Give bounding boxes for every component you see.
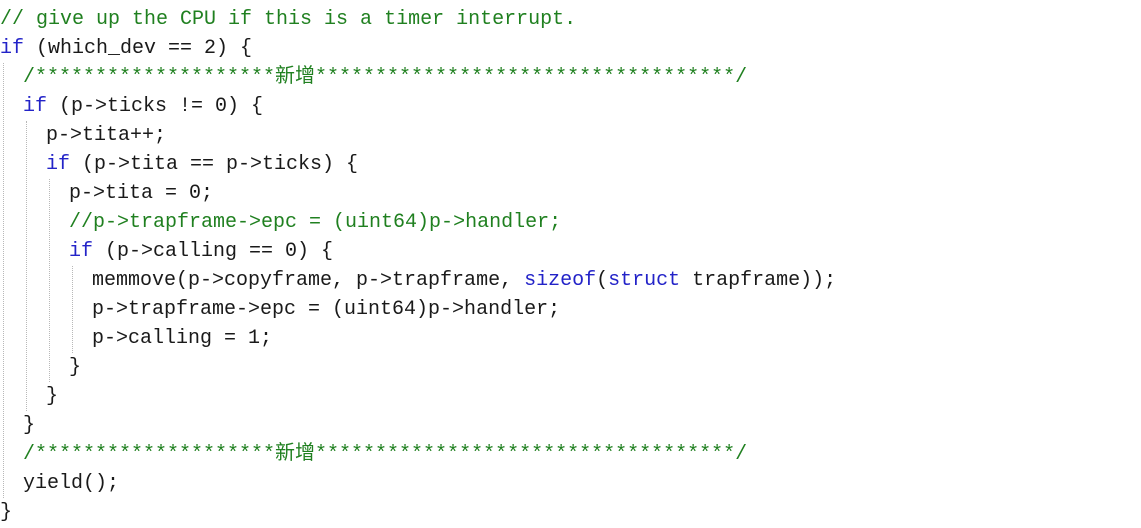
indent-guide	[26, 121, 27, 411]
code-line: /********************新增*****************…	[23, 440, 747, 469]
keyword-token: if	[46, 153, 71, 176]
code-token: p->tita++;	[46, 124, 167, 147]
code-line: /********************新增*****************…	[23, 63, 747, 92]
code-line: //p->trapframe->epc = (uint64)p->handler…	[69, 208, 561, 237]
code-line: p->calling = 1;	[92, 324, 272, 353]
code-token: p->trapframe->epc = (uint64)p->handler;	[92, 298, 561, 321]
keyword-token: if	[0, 37, 25, 60]
code-token: p->tita = 0;	[69, 182, 214, 205]
code-token: (which_dev == 2) {	[24, 37, 253, 60]
keyword-token: if	[23, 95, 48, 118]
code-token: (p->ticks != 0) {	[47, 95, 264, 118]
code-token: p->calling = 1;	[92, 327, 273, 350]
code-token: }	[46, 385, 59, 408]
code-token: }	[0, 501, 13, 524]
code-token: (p->calling == 0) {	[93, 240, 334, 263]
code-line: if (which_dev == 2) {	[0, 34, 252, 63]
keyword-token: struct	[608, 269, 681, 292]
code-line: p->trapframe->epc = (uint64)p->handler;	[92, 295, 560, 324]
code-token: trapframe));	[680, 269, 837, 292]
code-line: }	[23, 411, 35, 440]
indent-guide	[72, 266, 73, 353]
keyword-token: sizeof	[524, 269, 597, 292]
code-line: p->tita++;	[46, 121, 166, 150]
code-token: memmove(p->copyframe, p->trapframe,	[92, 269, 525, 292]
code-token: }	[23, 414, 36, 437]
code-token: yield();	[23, 472, 120, 495]
code-line: yield();	[23, 469, 119, 498]
code-line: if (p->tita == p->ticks) {	[46, 150, 358, 179]
code-line: memmove(p->copyframe, p->trapframe, size…	[92, 266, 836, 295]
code-line: }	[69, 353, 81, 382]
comment-token: /********************新增*****************…	[23, 443, 748, 466]
code-editor[interactable]: // give up the CPU if this is a timer in…	[0, 0, 1141, 528]
comment-token: // give up the CPU if this is a timer in…	[0, 8, 577, 31]
comment-token: /********************新增*****************…	[23, 66, 748, 89]
code-line: }	[46, 382, 58, 411]
code-line: if (p->ticks != 0) {	[23, 92, 263, 121]
code-token: }	[69, 356, 82, 379]
indent-guide	[49, 179, 50, 382]
comment-token: //p->trapframe->epc = (uint64)p->handler…	[69, 211, 562, 234]
code-token: (	[596, 269, 609, 292]
indent-guide	[3, 63, 4, 498]
code-token: (p->tita == p->ticks) {	[70, 153, 359, 176]
code-line: // give up the CPU if this is a timer in…	[0, 5, 576, 34]
code-line: }	[0, 498, 12, 527]
keyword-token: if	[69, 240, 94, 263]
code-line: p->tita = 0;	[69, 179, 213, 208]
code-line: if (p->calling == 0) {	[69, 237, 333, 266]
